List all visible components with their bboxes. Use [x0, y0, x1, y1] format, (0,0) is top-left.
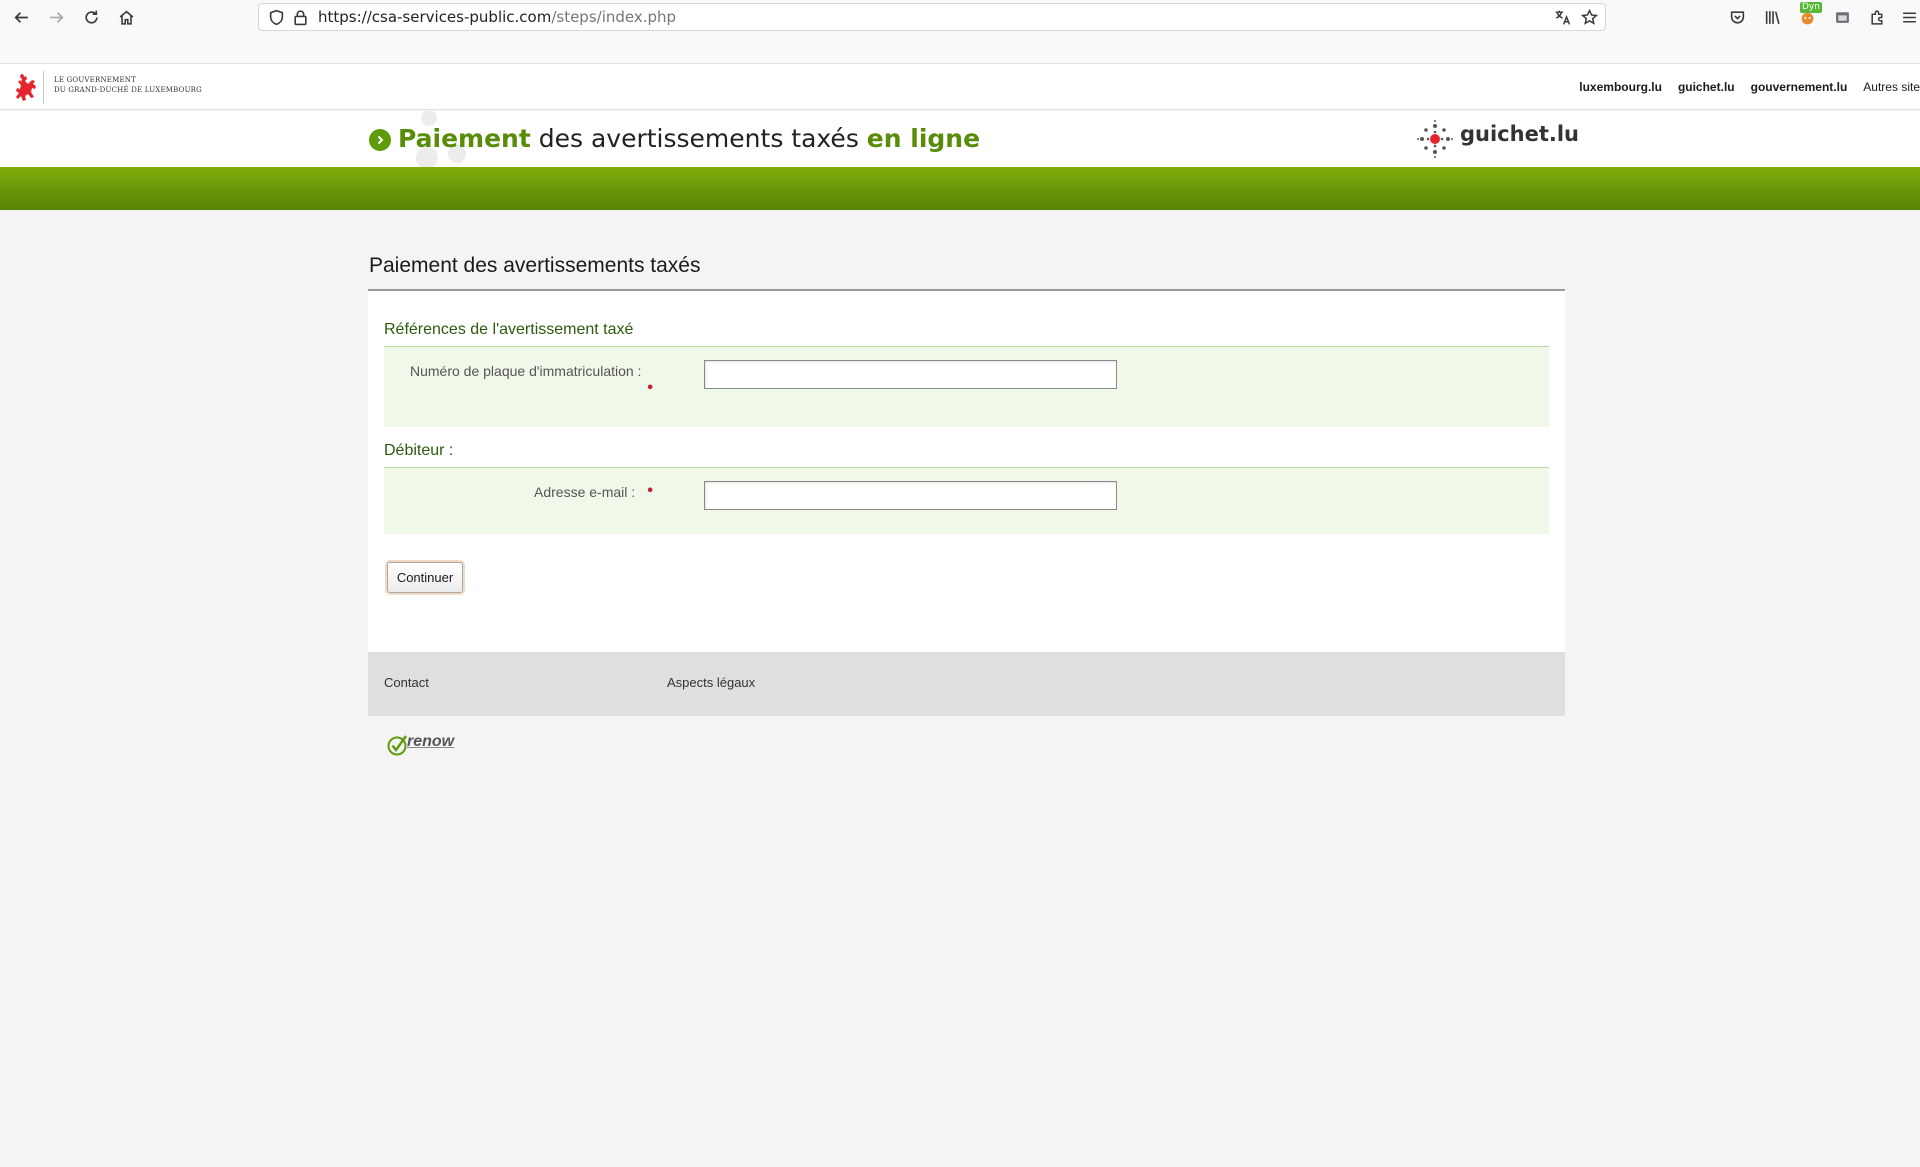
- browser-toolbar: https://csa-services-public.com/steps/in…: [0, 0, 1920, 64]
- back-icon[interactable]: [8, 4, 34, 30]
- library-icon[interactable]: [1761, 6, 1783, 28]
- guichet-logo-text[interactable]: guichet.lu: [1460, 122, 1579, 146]
- site-title[interactable]: Paiement des avertissements taxés en lig…: [398, 124, 980, 153]
- page-title: Paiement des avertissements taxés: [369, 254, 701, 277]
- gov-logo-line1: Le Gouvernement: [54, 76, 136, 84]
- plate-number-input[interactable]: [704, 360, 1117, 389]
- bookmark-star-icon[interactable]: [1581, 9, 1598, 26]
- continue-button[interactable]: Continuer: [387, 562, 463, 593]
- guichet-logo-icon[interactable]: [1414, 118, 1456, 160]
- link-autres-sites[interactable]: Autres site: [1863, 80, 1920, 94]
- url-text[interactable]: https://csa-services-public.com/steps/in…: [318, 8, 676, 26]
- footer: Contact Aspects légaux: [368, 652, 1565, 716]
- debtor-panel: Adresse e-mail : •: [384, 467, 1549, 534]
- site-title-part3: en ligne: [866, 124, 981, 153]
- luxembourg-lion-icon[interactable]: [12, 70, 44, 106]
- references-panel: Numéro de plaque d'immatriculation : •: [384, 346, 1549, 427]
- arrow-bullet-icon: [369, 129, 391, 151]
- green-banner: [0, 167, 1920, 210]
- email-input[interactable]: [704, 481, 1117, 510]
- link-gouvernement-lu[interactable]: gouvernement.lu: [1751, 80, 1848, 94]
- lock-icon[interactable]: [292, 9, 309, 26]
- gov-logo-line2: du Grand-Duché de Luxembourg: [54, 86, 202, 94]
- section-references-title: Références de l'avertissement taxé: [384, 321, 634, 338]
- government-logo-text: Le Gouvernement du Grand-Duché de Luxemb…: [54, 75, 202, 95]
- plate-number-label: Numéro de plaque d'immatriculation :: [410, 363, 642, 379]
- link-luxembourg-lu[interactable]: luxembourg.lu: [1579, 80, 1662, 94]
- pocket-icon[interactable]: [1726, 6, 1748, 28]
- renow-logo-text[interactable]: renow: [407, 733, 454, 751]
- contact-link[interactable]: Contact: [384, 675, 429, 690]
- section-debtor-title: Débiteur :: [384, 442, 454, 459]
- government-bar: Le Gouvernement du Grand-Duché de Luxemb…: [0, 64, 1920, 110]
- site-header: Paiement des avertissements taxés en lig…: [0, 110, 1920, 169]
- gov-logo-separator: [43, 71, 44, 104]
- email-label: Adresse e-mail :: [534, 484, 636, 500]
- home-icon[interactable]: [113, 4, 139, 30]
- url-host: https://csa-services-public.com: [318, 8, 552, 26]
- address-bar[interactable]: https://csa-services-public.com/steps/in…: [258, 3, 1606, 31]
- gov-links: luxembourg.lu guichet.lu gouvernement.lu…: [1579, 80, 1920, 94]
- forward-icon[interactable]: [43, 4, 69, 30]
- translate-icon[interactable]: [1554, 9, 1571, 26]
- site-title-part2: des avertissements taxés: [530, 124, 867, 153]
- legal-link[interactable]: Aspects légaux: [667, 675, 755, 690]
- url-path: /steps/index.php: [551, 8, 677, 26]
- required-marker: •: [646, 484, 655, 499]
- payment-form: Références de l'avertissement taxé Numér…: [368, 289, 1565, 652]
- link-guichet-lu[interactable]: guichet.lu: [1678, 80, 1735, 94]
- site-title-part1: Paiement: [398, 124, 531, 153]
- menu-icon[interactable]: [1898, 6, 1920, 28]
- required-marker: •: [646, 381, 655, 396]
- extensions-puzzle-icon[interactable]: [1866, 6, 1888, 28]
- extension-badge: Dyn: [1800, 2, 1822, 13]
- shield-icon[interactable]: [268, 9, 285, 26]
- reload-icon[interactable]: [78, 4, 104, 30]
- screenshot-icon[interactable]: [1831, 6, 1853, 28]
